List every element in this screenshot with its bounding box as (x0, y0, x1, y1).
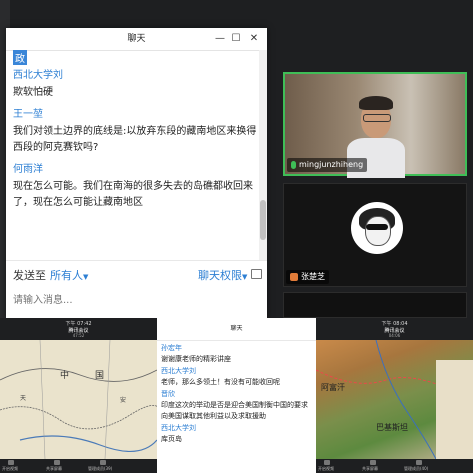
message-text: 现在怎么可能。我们在南海的很多失去的岛礁都收回来了，现在怎么可能让藏南地区 (13, 181, 253, 208)
terrain-lines: 阿富汗 巴基斯坦 (316, 340, 473, 459)
mini-time: 下午 07:42 (65, 321, 92, 327)
mini-chat-title: 聊天 (157, 318, 316, 341)
map-label: 中 (60, 369, 69, 381)
scrollbar-thumb[interactable] (260, 200, 266, 240)
video-tile-empty[interactable] (283, 292, 467, 318)
mini-timer: 04:06 (388, 333, 401, 338)
message-sender: 何雨洋 (13, 164, 43, 175)
mini-header: 下午 07:42 腾讯会议 47:52 (0, 318, 157, 340)
chat-permission-label[interactable]: 聊天权限 (198, 269, 242, 282)
message-sender: 西北大学刘 (161, 367, 196, 375)
message-sender: 西北大学刘 (13, 70, 63, 81)
send-to-value[interactable]: 所有人 (50, 269, 83, 282)
map-lines: 中 国 天 安 (0, 340, 157, 459)
share-screen-icon[interactable] (370, 460, 376, 465)
terrain-map: 阿富汗 巴基斯坦 (316, 340, 473, 459)
shared-screen-left: 下午 07:42 腾讯会议 47:52 中 国 天 安 开启视频 共享屏幕 管理… (0, 318, 157, 473)
avatar (351, 202, 403, 254)
toolbar-label[interactable]: 开启视频 (2, 466, 18, 472)
chat-scrollbar[interactable] (259, 50, 267, 260)
mini-chat-messages: 孙宏年 谢谢康老师的精彩讲座 西北大学刘 老师，那么多领土！有没有可能收回呢 晋… (161, 342, 311, 445)
message-text: 印度这次的举动是否是迎合美国制衡中国的要求向美国谋取其他利益以及求取援助 (161, 401, 308, 420)
members-icon[interactable] (100, 460, 106, 465)
message-sender: 晋欣 (161, 390, 175, 398)
video-icon[interactable] (8, 460, 14, 465)
chat-footer: 发送至 所有人▼ 聊天权限▼ (6, 260, 267, 319)
toolbar-label[interactable]: 管理成员(40) (404, 466, 428, 472)
message-text: 欺软怕硬 (13, 87, 53, 98)
participant-namebar: 张楚芝 (286, 270, 329, 284)
map-label: 安 (120, 396, 126, 404)
screenshot-icon[interactable] (251, 269, 262, 279)
message-sender: 王一堃 (13, 109, 43, 120)
toolbar-label[interactable]: 管理成员(39) (88, 466, 112, 472)
map-label: 阿富汗 (321, 382, 345, 392)
message-sender: 西北大学刘 (161, 424, 196, 432)
selected-text: 政 (13, 50, 27, 65)
microphone-icon (291, 161, 296, 169)
close-button[interactable]: ✕ (246, 28, 262, 50)
minimize-button[interactable]: — (212, 28, 228, 50)
send-to-label: 发送至 (13, 269, 46, 282)
map-label: 天 (20, 395, 26, 402)
message-text: 我们对领土边界的底线是:以放弃东段的藏南地区来换得西段的阿克赛钦吗? (13, 126, 257, 153)
mini-toolbar: 开启视频 共享屏幕 管理成员(40) (316, 459, 473, 473)
share-screen-icon[interactable] (54, 460, 60, 465)
participant-namebar: mingjunzhiheng (287, 158, 368, 172)
map-label: 巴基斯坦 (376, 422, 408, 432)
chevron-down-icon[interactable]: ▼ (83, 273, 88, 281)
mini-toolbar: 开启视频 共享屏幕 管理成员(39) (0, 459, 157, 473)
map-label: 国 (95, 370, 104, 381)
participant-name: mingjunzhiheng (299, 160, 364, 169)
toolbar-label[interactable]: 共享屏幕 (46, 466, 62, 472)
chevron-down-icon[interactable]: ▼ (242, 273, 247, 281)
message-sender: 孙宏年 (161, 344, 182, 352)
chat-title-text: 聊天 (127, 34, 146, 44)
message-text: 谢谢康老师的精彩讲座 (161, 355, 231, 363)
partial-message: 政 (13, 50, 258, 65)
toolbar-label[interactable]: 开启视频 (318, 466, 334, 472)
maximize-button[interactable]: ☐ (228, 28, 244, 50)
chat-input[interactable] (11, 289, 261, 311)
historical-map: 中 国 天 安 (0, 340, 157, 459)
mini-time: 下午 08:04 (381, 321, 408, 327)
video-tile-avatar[interactable]: 张楚芝 (283, 183, 467, 287)
mini-header: 下午 08:04 腾讯会议 04:06 (316, 318, 473, 340)
participant-name: 张楚芝 (301, 272, 325, 281)
message-text: 老师，那么多领土！有没有可能收回呢 (161, 378, 280, 386)
chat-messages: 政 西北大学刘 欺软怕硬 王一堃 我们对领土边界的底线是:以放弃东段的藏南地区来… (6, 50, 258, 260)
mini-timer: 47:52 (72, 333, 85, 338)
shared-screen-right: 下午 08:04 腾讯会议 04:06 阿富汗 巴基斯坦 开启视频 共享屏幕 管… (316, 318, 473, 473)
chat-window: 聊天 — ☐ ✕ 政 西北大学刘 欺软怕硬 王一堃 我们对领土边界的底线是:以放… (6, 28, 267, 318)
members-icon[interactable] (416, 460, 422, 465)
chat-permission-menu[interactable]: 聊天权限▼ (198, 267, 247, 283)
video-icon[interactable] (324, 460, 330, 465)
toolbar-label[interactable]: 共享屏幕 (362, 466, 378, 472)
video-tile-mingjunzhiheng[interactable]: mingjunzhiheng (283, 72, 467, 178)
send-to-selector[interactable]: 发送至 所有人▼ (13, 267, 88, 283)
message-text: 库页岛 (161, 435, 182, 443)
person-icon (290, 273, 298, 281)
mini-chat-window: 聊天 孙宏年 谢谢康老师的精彩讲座 西北大学刘 老师，那么多领土！有没有可能收回… (157, 318, 316, 473)
chat-window-title: 聊天 — ☐ ✕ (6, 28, 267, 51)
